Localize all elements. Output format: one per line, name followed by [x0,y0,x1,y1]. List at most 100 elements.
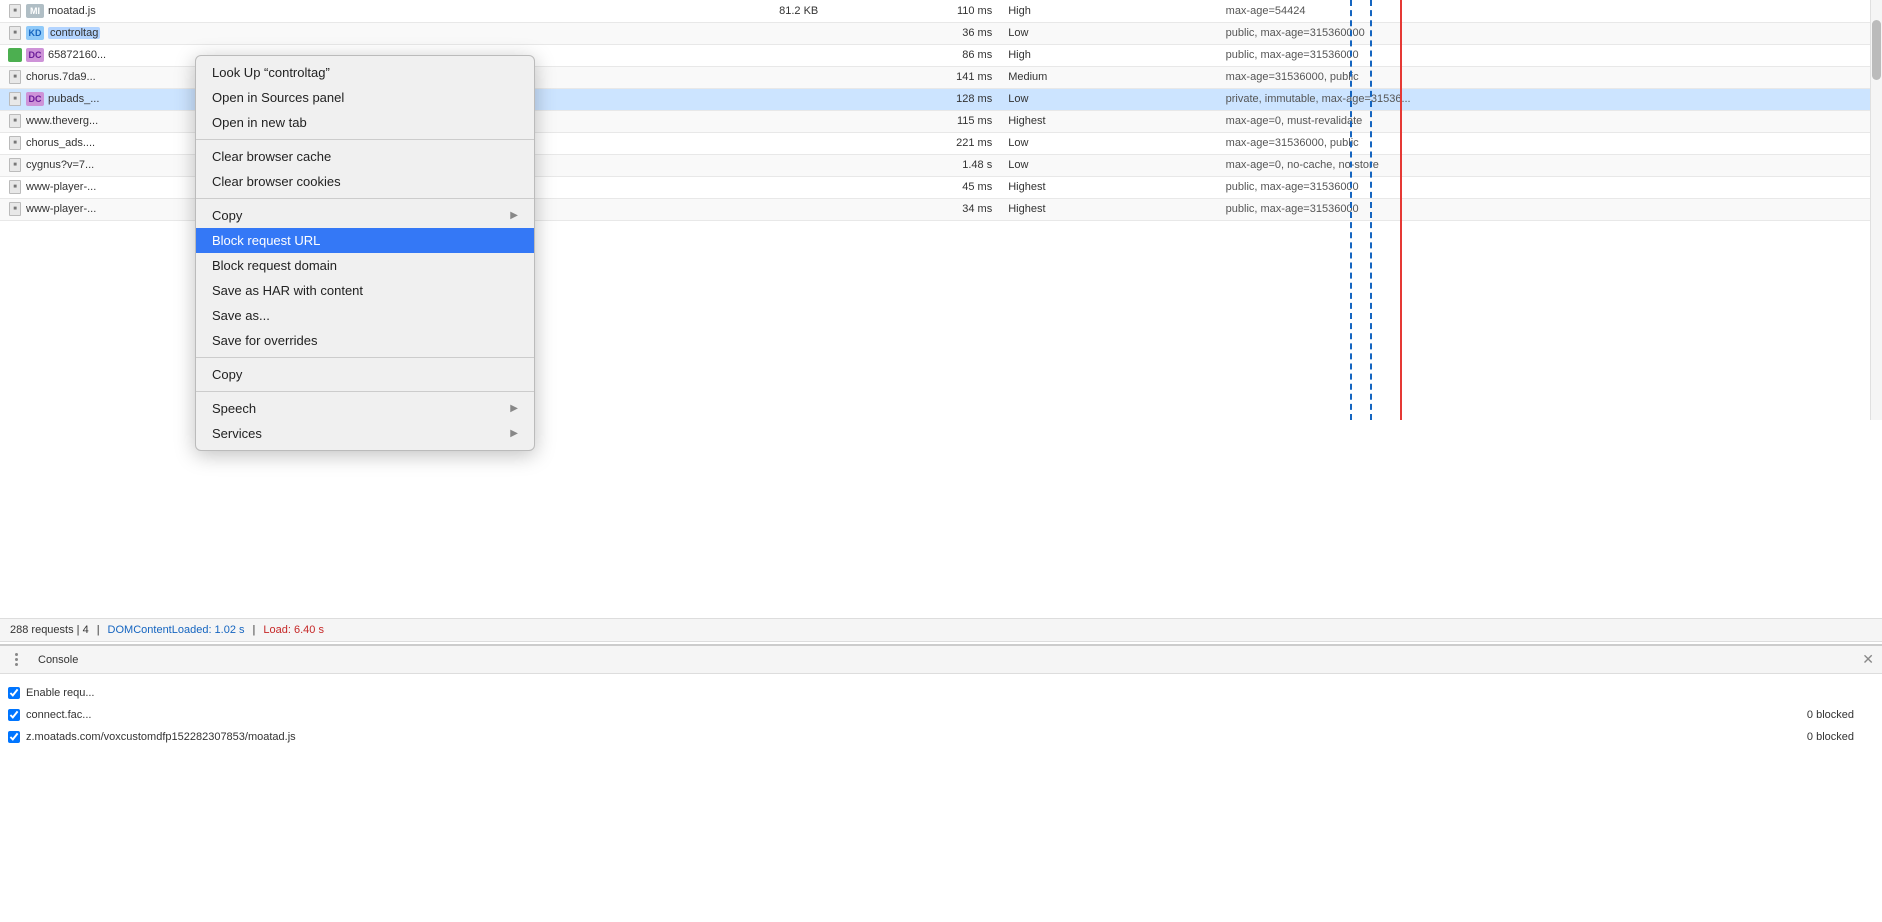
resource-size [652,110,826,132]
resource-time: 34 ms [826,198,1000,220]
menu-item-lookup[interactable]: Look Up “controltag” [196,60,534,85]
file-type-icon: ■ [8,26,22,40]
menu-item-save-overrides[interactable]: Save for overrides [196,328,534,353]
resource-name-text: pubads_... [48,93,99,105]
menu-item-clear-cache[interactable]: Clear browser cache [196,144,534,169]
waterfall-blue-line1 [1350,0,1354,420]
filter-checkbox[interactable] [8,687,20,699]
menu-item-label: Open in Sources panel [212,90,518,105]
scrollbar-thumb[interactable] [1872,20,1881,80]
resource-size: 81.2 KB [652,0,826,22]
menu-item-copy1[interactable]: Copy▶ [196,203,534,228]
table-row[interactable]: ■MImoatad.js [0,0,652,22]
filter-checkbox[interactable] [8,731,20,743]
resource-size [652,176,826,198]
menu-item-label: Save as... [212,308,518,323]
resource-time: 45 ms [826,176,1000,198]
dot1 [15,653,18,656]
file-type-icon: ■ [8,114,22,128]
menu-item-block-url[interactable]: Block request URL [196,228,534,253]
filter-row: Enable requ... [8,682,1874,704]
resource-time: 141 ms [826,66,1000,88]
console-close-button[interactable]: ✕ [1862,651,1874,668]
resource-cache-control: max-age=0, no-cache, no-store [1218,154,1870,176]
resource-name-text: www.theverg... [26,115,98,127]
request-count: 288 requests | 4 [10,624,89,636]
table-row[interactable]: ■KDcontroltag [0,22,652,44]
resource-priority: Highest [1000,198,1217,220]
resource-size [652,22,826,44]
status-bar: 288 requests | 4 | DOMContentLoaded: 1.0… [0,618,1882,642]
resource-cache-control: private, immutable, max-age=31536... [1218,88,1870,110]
resource-time: 86 ms [826,44,1000,66]
resource-cache-control: max-age=31536000, public [1218,132,1870,154]
filter-row: connect.fac...0 blocked [8,704,1874,726]
menu-separator [196,357,534,358]
waterfall-scrollbar[interactable] [1870,0,1882,420]
resource-size [652,132,826,154]
file-type-icon: ■ [8,136,22,150]
filter-label: Enable requ... [26,687,95,699]
context-menu: Look Up “controltag” Open in Sources pane… [195,55,535,451]
menu-item-label: Clear browser cache [212,149,518,164]
submenu-arrow-icon: ▶ [510,428,518,439]
filter-row: z.moatads.com/voxcustomdfp152282307853/m… [8,726,1874,748]
resource-cache-control: max-age=31536000, public [1218,66,1870,88]
resource-cache-control: public, max-age=315360000 [1218,22,1870,44]
file-type-icon [8,48,22,62]
resource-cache-control: public, max-age=31536000 [1218,44,1870,66]
dot2 [15,658,18,661]
resource-time: 128 ms [826,88,1000,110]
dom-content-loaded: DOMContentLoaded: 1.02 s [108,624,245,636]
load-time: Load: 6.40 s [263,624,324,636]
network-panel: ■MImoatad.js81.2 KB110 msHighmax-age=544… [0,0,1882,922]
resource-name-text: 65872160... [48,49,106,61]
resource-badge: MI [26,4,44,18]
submenu-arrow-icon: ▶ [510,403,518,414]
console-body: Enable requ... connect.fac...0 blockedz.m… [0,674,1882,756]
resource-priority: Low [1000,22,1217,44]
filter-checkbox[interactable] [8,709,20,721]
resource-badge: KD [26,26,44,40]
menu-item-speech[interactable]: Speech▶ [196,396,534,421]
menu-item-services[interactable]: Services▶ [196,421,534,446]
console-tab[interactable]: Console [32,652,84,668]
menu-separator [196,198,534,199]
dot3 [15,663,18,666]
menu-item-block-domain[interactable]: Block request domain [196,253,534,278]
resource-time: 36 ms [826,22,1000,44]
blocked-count: 0 blocked [1807,709,1874,721]
menu-item-label: Clear browser cookies [212,174,518,189]
resource-cache-control: max-age=54424 [1218,0,1870,22]
menu-item-clear-cookies[interactable]: Clear browser cookies [196,169,534,194]
resource-name-text: chorus.7da9... [26,71,96,83]
menu-item-label: Open in new tab [212,115,518,130]
resource-time: 110 ms [826,0,1000,22]
resource-priority: Highest [1000,110,1217,132]
file-type-icon: ■ [8,92,22,106]
menu-item-open-new-tab[interactable]: Open in new tab [196,110,534,135]
menu-item-label: Look Up “controltag” [212,65,518,80]
resource-size [652,154,826,176]
resource-priority: Low [1000,88,1217,110]
resource-time: 1.48 s [826,154,1000,176]
resource-priority: Highest [1000,176,1217,198]
submenu-arrow-icon: ▶ [510,210,518,221]
resource-size [652,66,826,88]
console-header: Console ✕ [0,646,1882,674]
menu-item-label: Block request domain [212,258,518,273]
console-dots-menu[interactable] [8,652,24,668]
menu-item-save-har[interactable]: Save as HAR with content [196,278,534,303]
file-type-icon: ■ [8,4,22,18]
console-panel: Console ✕ Enable requ... connect.fac...0 … [0,644,1882,922]
resource-name-text: chorus_ads.... [26,137,95,149]
file-type-icon: ■ [8,202,22,216]
menu-item-copy2[interactable]: Copy [196,362,534,387]
menu-item-open-sources[interactable]: Open in Sources panel [196,85,534,110]
resource-time: 115 ms [826,110,1000,132]
resource-size [652,88,826,110]
resource-name-text: www-player-... [26,181,96,193]
resource-size [652,198,826,220]
file-type-icon: ■ [8,70,22,84]
menu-item-save-as[interactable]: Save as... [196,303,534,328]
